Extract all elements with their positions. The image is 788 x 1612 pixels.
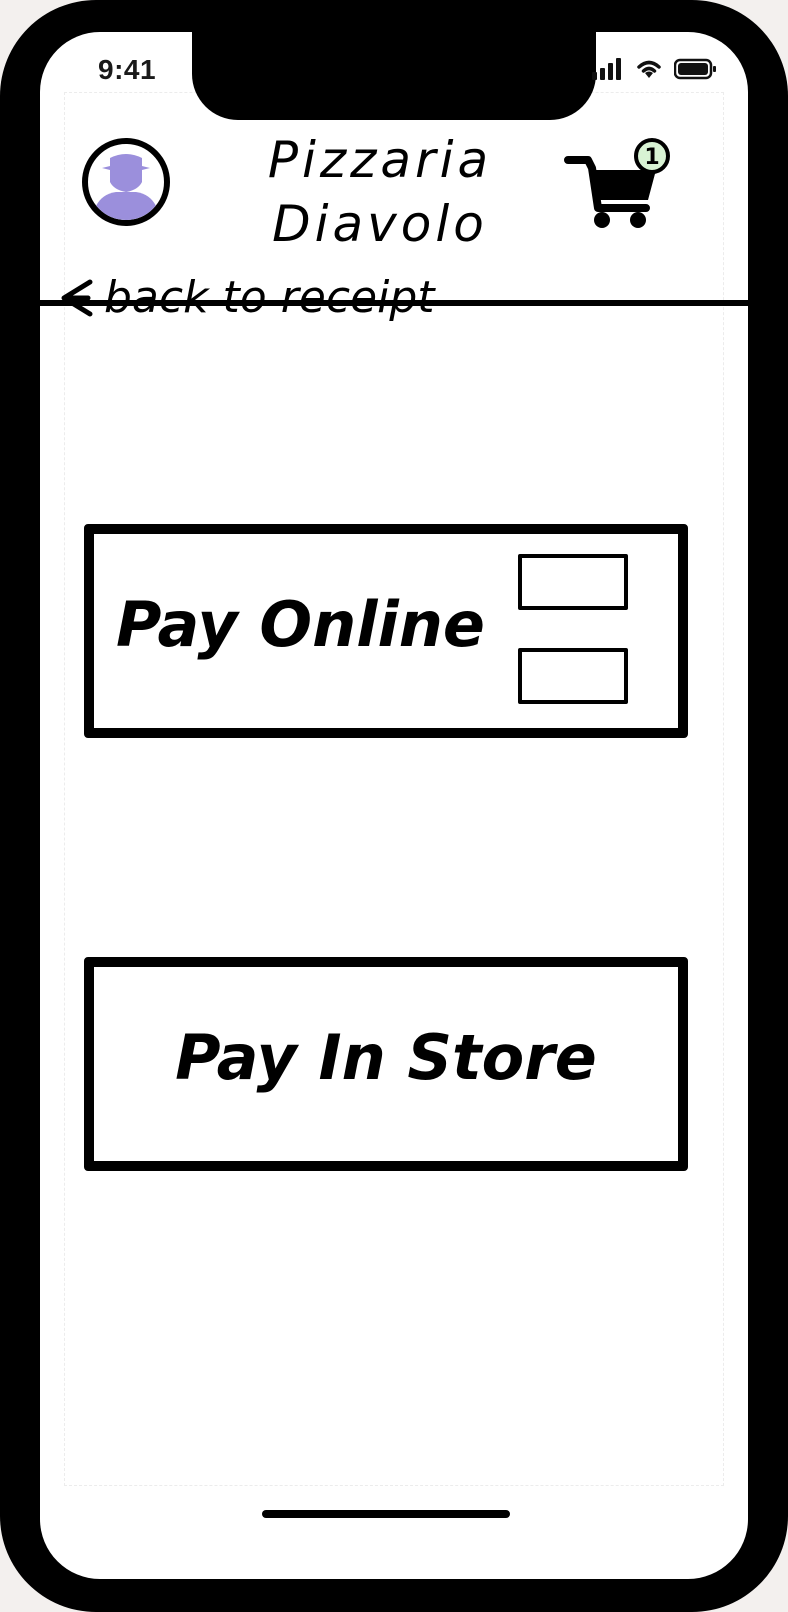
cart-button[interactable]: 1 — [562, 138, 682, 248]
status-icons — [592, 58, 718, 80]
pay-in-store-label: Pay In Store — [175, 1021, 597, 1094]
pay-in-store-button[interactable]: Pay In Store — [84, 957, 688, 1171]
battery-icon — [674, 58, 716, 80]
app-header: Pizzaria Diavolo 1 — [40, 100, 748, 306]
brand-title: Pizzaria Diavolo — [210, 128, 550, 256]
user-avatar-icon — [96, 154, 156, 220]
back-arrow-icon — [61, 279, 93, 316]
screen: 9:41 Pizzaria Diavolo 1 back to receipt … — [40, 32, 748, 1579]
status-time: 9:41 — [98, 54, 157, 85]
shopping-cart-icon: 1 — [564, 138, 670, 228]
home-indicator[interactable] — [262, 1510, 510, 1518]
back-link-label: back to receipt — [104, 272, 435, 323]
cart-count-badge: 1 — [644, 145, 659, 170]
signal-icon — [592, 58, 621, 80]
payment-field-2[interactable] — [518, 648, 628, 704]
back-to-receipt-link[interactable]: back to receipt — [58, 272, 435, 323]
pay-online-label: Pay Online — [116, 588, 485, 661]
wifi-icon — [637, 60, 661, 78]
profile-avatar[interactable] — [82, 138, 170, 226]
phone-frame: 9:41 Pizzaria Diavolo 1 back to receipt … — [0, 0, 788, 1612]
brand-line-1: Pizzaria — [267, 131, 493, 189]
pay-online-button[interactable]: Pay Online — [84, 524, 688, 738]
payment-field-1[interactable] — [518, 554, 628, 610]
brand-line-2: Diavolo — [272, 195, 488, 253]
